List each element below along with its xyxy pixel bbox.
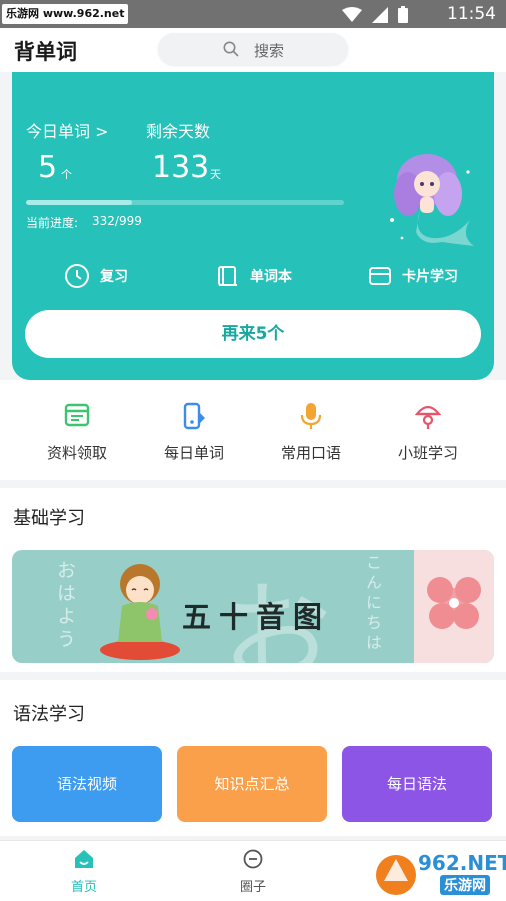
progress-label: 当前进度: [26,216,79,230]
chat-icon [243,849,263,869]
book-icon [218,266,237,286]
remaining-days-value: 133 [152,150,210,185]
gojuon-banner[interactable]: お おはよう こんにちは 五十音图 [12,550,494,663]
card-study-label: 卡片学习 [402,269,458,285]
tab-home[interactable]: 首页 [44,849,124,895]
search-icon [223,41,239,57]
progress-bar [26,200,344,205]
spoken-phrases-entry[interactable]: 常用口语 [251,402,371,463]
tab-home-label: 首页 [70,880,97,895]
watermark-logo-text: 962.NET [418,851,506,875]
daily-grammar-button[interactable]: 每日语法 [342,746,492,822]
card-study-button[interactable]: 卡片学习 [368,262,458,290]
wifi-icon [342,6,362,22]
spoken-phrases-label: 常用口语 [280,444,341,462]
boy-illustration [100,564,180,660]
today-count: 5 [38,150,58,185]
small-class-entry[interactable]: 小班学习 [368,402,488,463]
page-title: 背单词 [14,40,77,64]
remaining-unit: 天 [210,168,221,181]
progress-value: 332/999 [92,214,142,228]
site-watermark-logo: 962.NET 乐游网 [374,847,506,897]
progress-fill [26,200,132,205]
remaining-days-label: 剩余天数 [146,122,211,141]
bottom-nav: 首页 圈子 962.NET 乐游网 [0,840,506,901]
status-time: 11:54 [447,4,496,24]
flower-illustration [414,550,494,663]
review-button[interactable]: 复习 [64,262,128,290]
status-icons [342,6,408,23]
phone-dictionary-icon [183,402,205,430]
status-bar: 乐游网 www.962.net 11:54 [0,0,506,28]
quick-entries: 资料领取 每日单词 常用口语 小班学习 [0,380,506,480]
daily-words-label: 每日单词 [163,444,224,462]
tab-circle[interactable]: 圈子 [213,849,293,895]
banner-left-text: おはよう [54,560,76,652]
basic-learning-title: 基础学习 [13,508,85,529]
small-class-label: 小班学习 [397,444,458,462]
app-header: 背单词 搜索 [0,28,506,72]
mermaid-illustration [390,154,474,246]
today-unit: 个 [61,168,72,181]
home-icon [75,850,93,868]
document-icon [64,403,90,427]
today-words-link[interactable]: 今日单词 > [26,118,109,142]
study-card: 今日单词 > 剩余天数 5 个 133 天 当前进度: 332/999 复习 单 [12,72,494,380]
learn-more-button[interactable]: 再来5个 [25,310,481,358]
battery-icon [398,6,408,23]
materials-label: 资料领取 [46,444,107,462]
banner-title: 五十音图 [182,600,331,634]
wordbook-button[interactable]: 单词本 [216,262,292,290]
wordbook-label: 单词本 [250,269,292,285]
search-placeholder: 搜索 [254,42,285,60]
search-bar[interactable]: 搜索 [158,33,348,65]
card-icon [369,267,391,285]
signal-icon [372,6,388,23]
watermark-logo-sub: 乐游网 [440,875,490,895]
grammar-title: 语法学习 [13,704,85,725]
knowledge-summary-button[interactable]: 知识点汇总 [177,746,327,822]
materials-entry[interactable]: 资料领取 [17,402,137,463]
grammar-video-button[interactable]: 语法视频 [12,746,162,822]
clock-icon [65,264,89,288]
microphone-icon [300,403,322,429]
tab-circle-label: 圈子 [239,880,266,895]
daily-words-entry[interactable]: 每日单词 [134,402,254,463]
review-label: 复习 [100,269,128,285]
banner-right-text: こんにちは [363,554,382,654]
class-icon [415,405,441,429]
watermark-label: 乐游网 www.962.net [2,4,129,24]
